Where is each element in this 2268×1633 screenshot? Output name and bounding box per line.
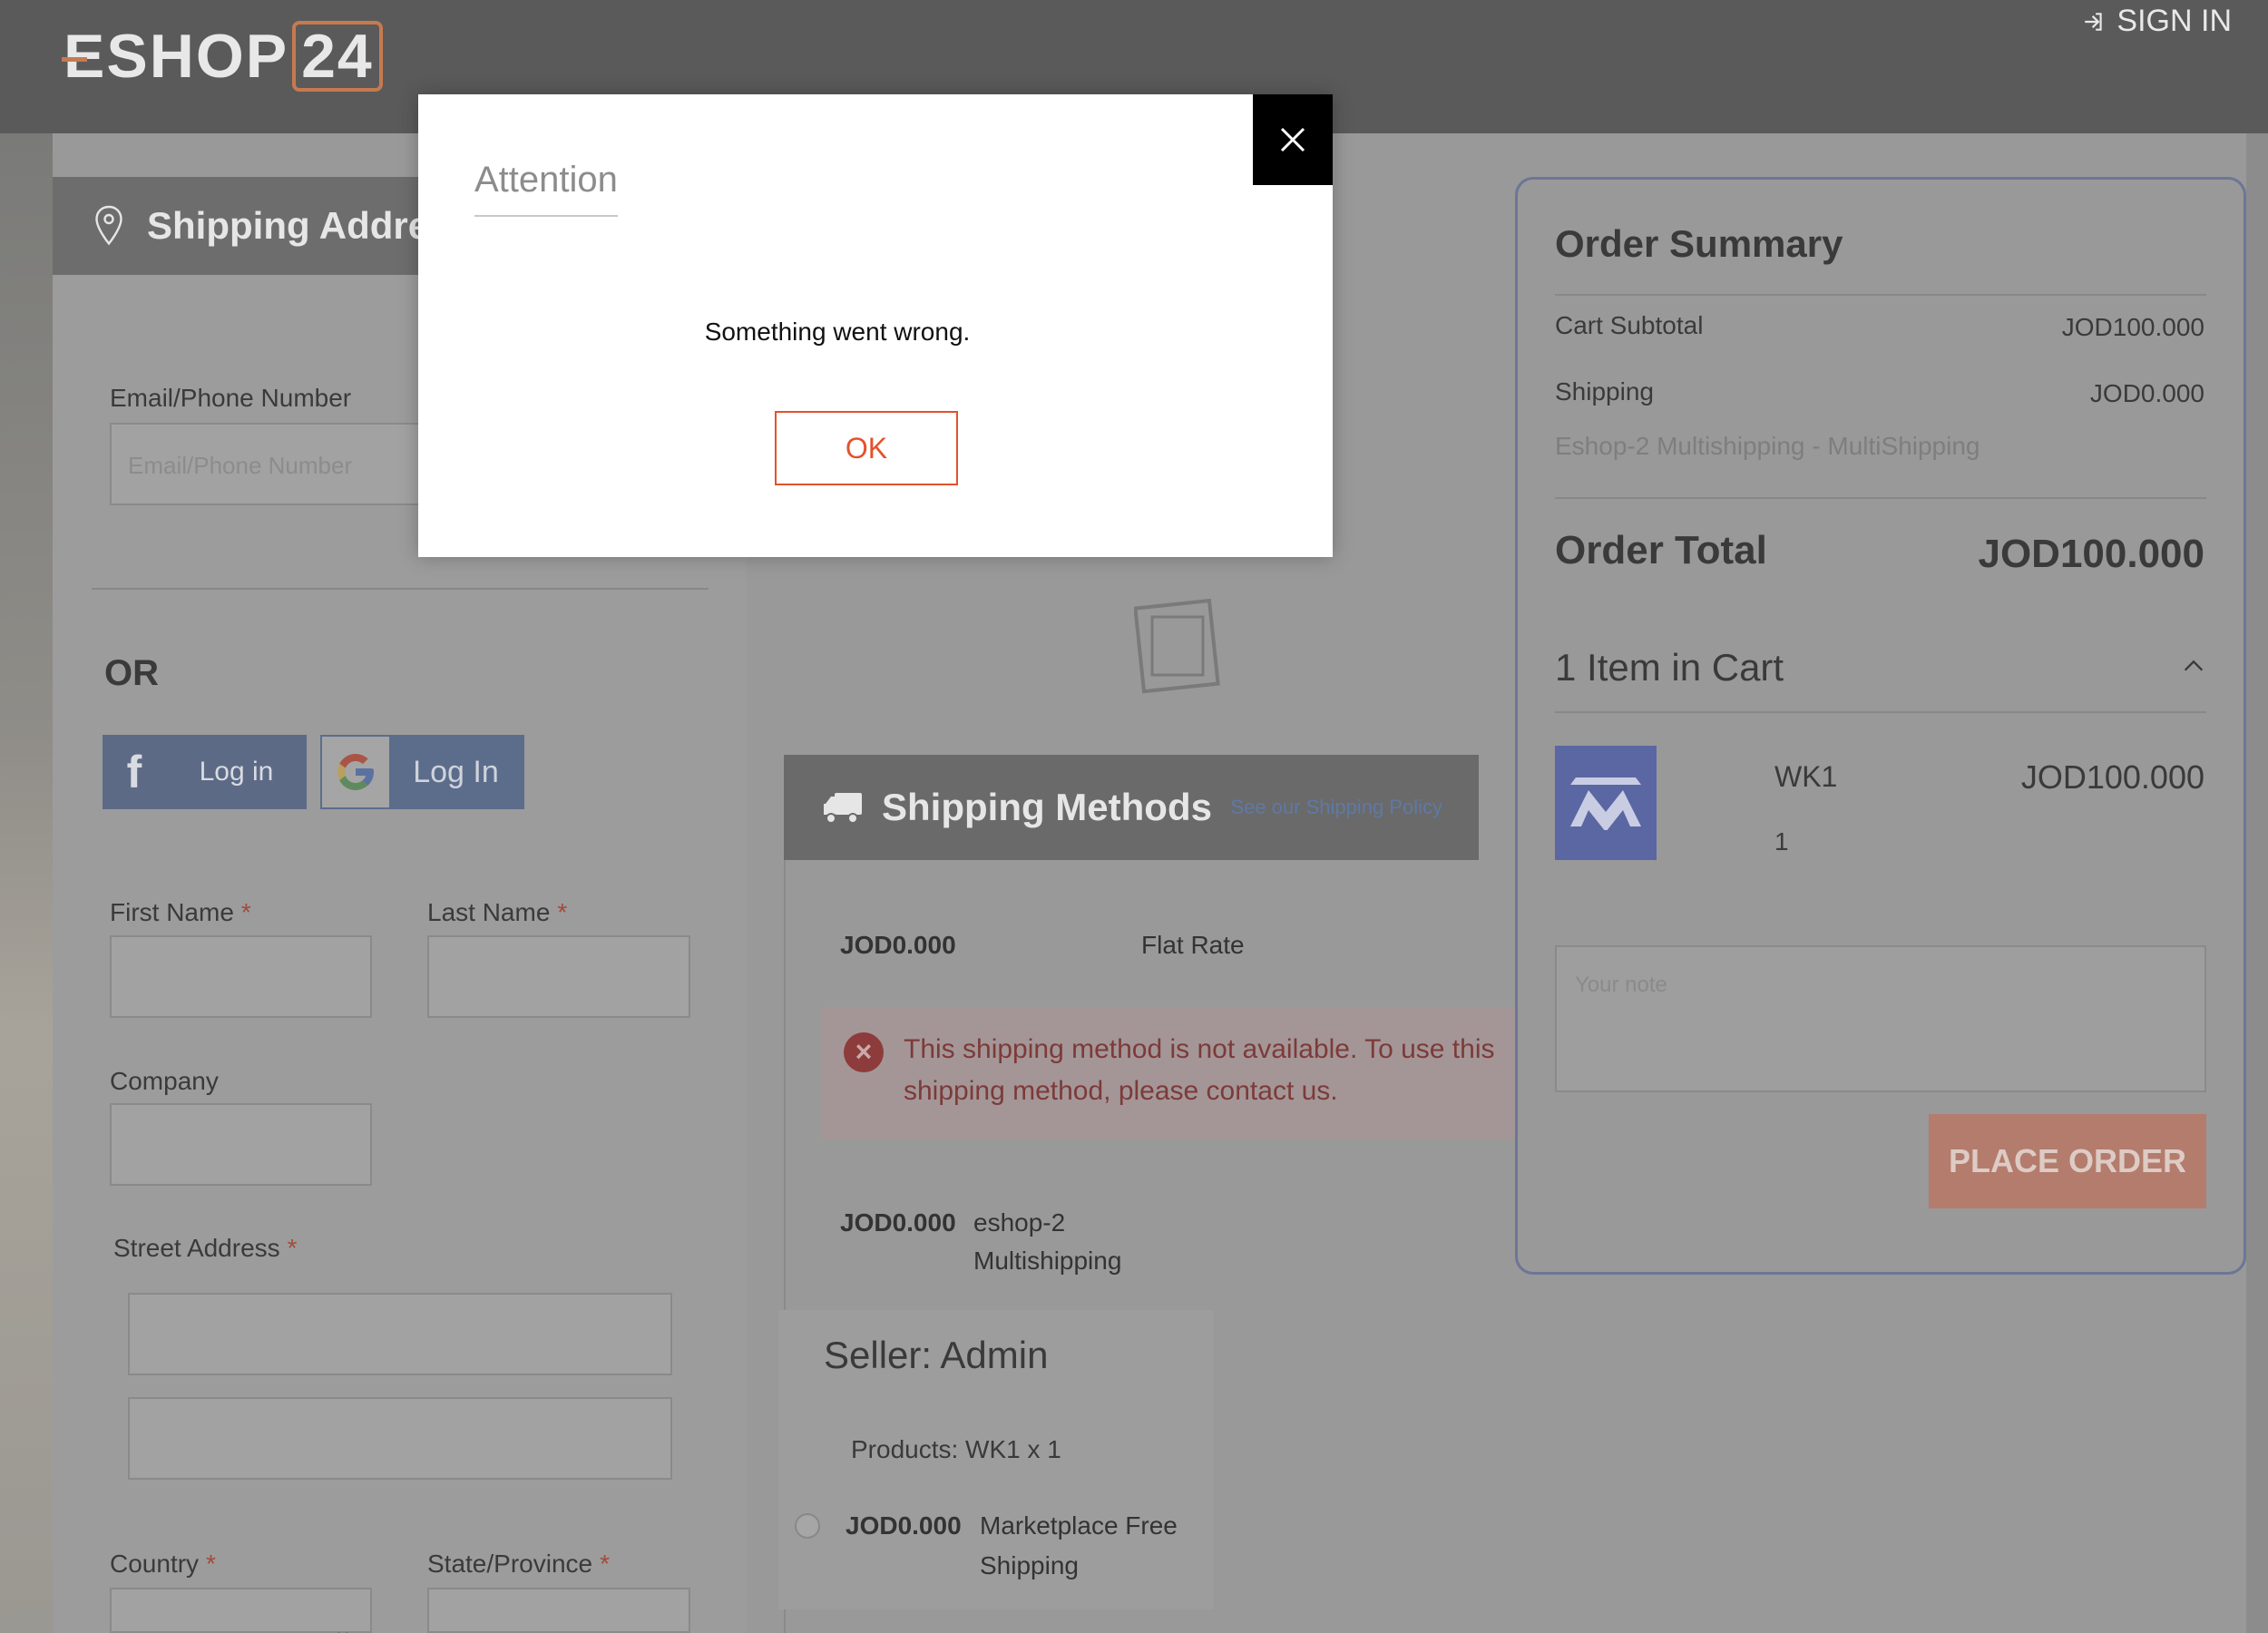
multishipping-name-line1: eshop-2 [973, 1208, 1066, 1237]
logo-text: ESHOP [64, 22, 289, 91]
logo-number: 24 [292, 21, 383, 92]
image-placeholder-icon [1134, 599, 1220, 694]
marketplace-shipping-price: JOD0.000 [846, 1511, 962, 1540]
modal-ok-button[interactable]: OK [775, 411, 958, 485]
google-login-label: Log In [413, 754, 499, 789]
items-in-cart-toggle[interactable]: 1 Item in Cart [1555, 646, 1784, 689]
multishipping-name-line2: Multishipping [973, 1247, 1122, 1275]
site-logo[interactable]: ESHOP 24 [62, 20, 383, 93]
or-label: OR [104, 653, 159, 693]
cart-item-price: JOD100.000 [2020, 758, 2204, 796]
divider [1555, 497, 2206, 499]
product-thumbnail[interactable] [1555, 746, 1657, 860]
error-icon: × [844, 1032, 884, 1072]
order-summary-title: Order Summary [1555, 222, 1843, 265]
shipping-error-text: This shipping method is not available. T… [904, 1034, 1495, 1106]
shipping-error-message: × This shipping method is not available.… [822, 1007, 1595, 1139]
street-address-line2[interactable] [128, 1397, 672, 1480]
divider [1555, 294, 2206, 296]
attention-modal: Attention Something went wrong. OK [418, 94, 1333, 557]
seller-title: Seller: Admin [824, 1334, 1049, 1376]
company-label: Company [110, 1067, 219, 1095]
company-field[interactable] [110, 1103, 372, 1186]
last-name-field[interactable] [427, 935, 690, 1018]
street-address-label: Street Address * [113, 1234, 298, 1262]
chevron-down-icon: ⌄ [332, 1616, 354, 1633]
order-note-placeholder: Your note [1575, 973, 1667, 997]
seller-shipping-box: Seller: Admin Products: WK1 x 1 JOD0.000… [778, 1310, 1214, 1609]
divider [1555, 711, 2206, 713]
cart-item-qty: 1 [1774, 827, 1789, 856]
sign-in-icon [2085, 12, 2103, 31]
sign-in-label: SIGN IN [2116, 4, 2232, 38]
modal-title: Attention [474, 160, 618, 217]
place-order-button[interactable]: PLACE ORDER [1929, 1114, 2206, 1208]
facebook-login-label: Log in [199, 757, 274, 787]
order-total-value: JOD100.000 [1978, 532, 2204, 576]
flat-rate-name: Flat Rate [1141, 931, 1245, 959]
seller-products: Products: WK1 x 1 [851, 1435, 1061, 1463]
facebook-icon: f [126, 747, 142, 797]
cart-subtotal-label: Cart Subtotal [1555, 311, 1704, 339]
cart-item-name: WK1 [1774, 760, 1838, 793]
marketplace-shipping-radio[interactable] [795, 1513, 820, 1539]
shipping-value: JOD0.000 [2089, 379, 2204, 407]
logo-dash [62, 57, 87, 62]
truck-icon [824, 793, 862, 824]
shipping-methods-title: Shipping Methods [882, 786, 1212, 828]
sign-in-link[interactable]: SIGN IN [2082, 4, 2232, 39]
order-total-label: Order Total [1555, 528, 1767, 572]
marketplace-shipping-name-line2: Shipping [980, 1551, 1079, 1579]
close-icon [1280, 127, 1305, 152]
shipping-label: Shipping [1555, 377, 1654, 406]
multishipping-price: JOD0.000 [840, 1208, 956, 1237]
location-pin-icon [95, 205, 122, 246]
marketplace-shipping-name-line1: Marketplace Free [980, 1511, 1178, 1540]
google-icon [322, 737, 389, 807]
state-field[interactable] [427, 1588, 690, 1633]
chevron-up-icon[interactable] [2181, 653, 2206, 679]
shipping-methods-header: Shipping Methods See our Shipping Policy [784, 755, 1479, 860]
first-name-field[interactable] [110, 935, 372, 1018]
divider [92, 588, 709, 590]
cart-subtotal-value: JOD100.000 [2061, 313, 2204, 341]
flat-rate-price: JOD0.000 [840, 931, 956, 959]
state-label: State/Province * [427, 1550, 611, 1578]
first-name-label: First Name * [110, 898, 251, 926]
background-image-left [0, 133, 53, 1633]
order-note-field[interactable]: Your note [1555, 945, 2206, 1092]
country-label: Country * [110, 1550, 216, 1578]
product-logo-icon [1570, 777, 1641, 830]
background-image-right [2246, 133, 2268, 1633]
modal-message: Something went wrong. [704, 318, 971, 346]
google-login-button[interactable]: Log In [320, 735, 524, 809]
shipping-detail: Eshop-2 Multishipping - MultiShipping [1555, 432, 1980, 460]
email-label: Email/Phone Number [110, 384, 352, 412]
street-address-line1[interactable] [128, 1293, 672, 1375]
last-name-label: Last Name * [427, 898, 568, 926]
modal-close-button[interactable] [1253, 94, 1333, 185]
shipping-policy-link[interactable]: See our Shipping Policy [1230, 796, 1442, 819]
facebook-login-button[interactable]: f Log in [103, 735, 307, 809]
